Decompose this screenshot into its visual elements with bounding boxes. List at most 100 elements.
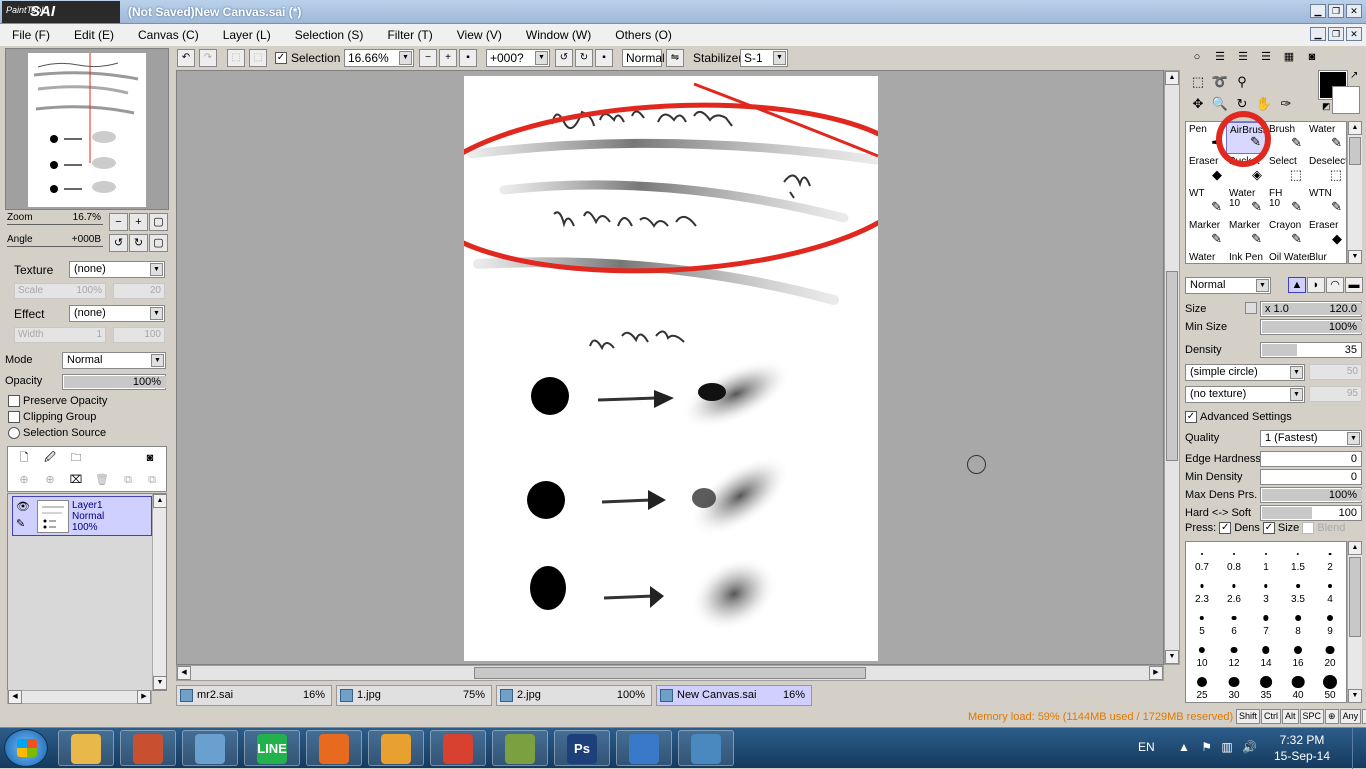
brush-wt[interactable]: WT ✎: [1186, 186, 1226, 218]
eyedropper-icon[interactable]: ✑: [1276, 94, 1296, 114]
brush-size-preset[interactable]: 3: [1250, 574, 1282, 606]
magic-wand-icon[interactable]: ⚲: [1232, 72, 1252, 92]
shape-hard-icon[interactable]: ▲: [1288, 277, 1306, 293]
rotate-right-button[interactable]: ↻: [129, 234, 148, 252]
network-icon[interactable]: ▥: [1221, 740, 1232, 754]
quality-select[interactable]: 1 (Fastest) ▼: [1260, 430, 1362, 447]
brush-size-preset[interactable]: 12: [1218, 638, 1250, 670]
brush-water[interactable]: Water 10 ✎: [1226, 186, 1266, 218]
language-indicator[interactable]: EN: [1138, 740, 1155, 754]
zoom-icon[interactable]: 🔍: [1210, 94, 1230, 114]
zoom-in-button[interactable]: +: [129, 213, 148, 231]
layer-item[interactable]: 👁 ✎ Layer1 Normal 100%: [12, 496, 152, 536]
zoom-in-button[interactable]: +: [439, 49, 457, 67]
taskbar-line[interactable]: LINE: [244, 730, 300, 766]
flip-button[interactable]: ⇋: [666, 49, 684, 67]
brush-size-preset[interactable]: 0.7: [1186, 542, 1218, 574]
navigator-thumbnail[interactable]: [28, 53, 146, 207]
brush-marker[interactable]: Marker ✎: [1186, 218, 1226, 250]
rotate-reset-button[interactable]: ▢: [149, 234, 168, 252]
taskbar-media[interactable]: [368, 730, 424, 766]
brush-fh[interactable]: FH 10 ✎: [1266, 186, 1306, 218]
status-key-button[interactable]: Alt: [1282, 709, 1299, 724]
menu-edit[interactable]: Edit (E): [62, 28, 126, 42]
hscroll-thumb[interactable]: [474, 667, 866, 679]
rect-select-icon[interactable]: ⬚: [1188, 72, 1208, 92]
shape-round-icon[interactable]: ◗: [1307, 277, 1325, 293]
deselect-button[interactable]: ⬚: [227, 49, 245, 67]
rotate-reset-button[interactable]: ▪: [595, 49, 613, 67]
hand-icon[interactable]: ✋: [1254, 94, 1274, 114]
brush-size-preset[interactable]: 16: [1282, 638, 1314, 670]
doc-tab[interactable]: 1.jpg 75%: [336, 685, 492, 706]
swap-colors-icon[interactable]: ◩: [1322, 101, 1331, 112]
shape-flat-icon[interactable]: ▬: [1345, 277, 1363, 293]
canvas-hscrollbar[interactable]: ◀ ▶: [176, 665, 1164, 681]
minimize-button[interactable]: ▁: [1310, 4, 1326, 18]
brush-wtn[interactable]: WTN ✎: [1306, 186, 1346, 218]
zoom-reset-button[interactable]: ▪: [459, 49, 477, 67]
doc-restore-button[interactable]: ❐: [1328, 27, 1344, 41]
size-lock-button[interactable]: [1245, 302, 1257, 314]
press-dens-checkbox[interactable]: ✓: [1219, 522, 1232, 534]
brush-water[interactable]: Water ✎: [1306, 122, 1346, 154]
canvas-paper[interactable]: [419, 76, 921, 661]
menu-selection[interactable]: Selection (S): [283, 28, 376, 42]
zoom-reset-button[interactable]: ▢: [149, 213, 168, 231]
advanced-settings-checkbox[interactable]: ✓ Advanced Settings: [1185, 411, 1292, 423]
brush-size-preset[interactable]: 4: [1314, 574, 1346, 606]
brush-size-preset[interactable]: 0.8: [1218, 542, 1250, 574]
close-button[interactable]: ✕: [1346, 4, 1362, 18]
clear-layer-icon[interactable]: ⌧: [68, 472, 84, 488]
rotate-left-button[interactable]: ↺: [109, 234, 128, 252]
doc-minimize-button[interactable]: ▁: [1310, 27, 1326, 41]
stabilizer-select[interactable]: S-1 ▼: [740, 49, 788, 67]
rotate-left-button[interactable]: ↺: [555, 49, 573, 67]
brush-size-preset[interactable]: 14: [1250, 638, 1282, 670]
rotate-right-button[interactable]: ↻: [575, 49, 593, 67]
redo-button[interactable]: ↷: [199, 49, 217, 67]
delete-layer-icon[interactable]: 🗑: [94, 472, 110, 488]
new-layer-set-icon[interactable]: 🖉: [42, 450, 58, 466]
brush-grid-scrollbar[interactable]: ▲ ▼: [1347, 121, 1362, 264]
density-slider[interactable]: 35: [1260, 342, 1362, 358]
size-slider[interactable]: x 1.0 120.0: [1260, 301, 1362, 317]
brush-size-preset[interactable]: 2: [1314, 542, 1346, 574]
color-mixer-icon[interactable]: ☰: [1257, 50, 1275, 64]
scratchpad-icon[interactable]: ◙: [1303, 50, 1321, 64]
rgb-slider-icon[interactable]: ☰: [1211, 50, 1229, 64]
hard-soft-slider[interactable]: 100: [1260, 505, 1362, 521]
shape-soft-icon[interactable]: ◠: [1326, 277, 1344, 293]
tray-arrow-icon[interactable]: ▲: [1178, 740, 1190, 754]
brush-water[interactable]: Water: [1186, 250, 1226, 263]
brush-crayon[interactable]: Crayon ✎: [1266, 218, 1306, 250]
brush-size-preset[interactable]: 10: [1186, 638, 1218, 670]
brush-size-preset[interactable]: 8: [1282, 606, 1314, 638]
doc-tab-active[interactable]: New Canvas.sai 16%: [656, 685, 812, 706]
status-key-button[interactable]: ✎: [1362, 709, 1366, 724]
merge-down-icon[interactable]: ⊕: [42, 472, 58, 488]
taskbar-firefox[interactable]: [306, 730, 362, 766]
blend-mode-box[interactable]: Normal: [622, 49, 665, 67]
canvas-vscrollbar[interactable]: ▲ ▼: [1164, 70, 1180, 665]
invert-selection-button[interactable]: ⬚: [249, 49, 267, 67]
lasso-icon[interactable]: ➰: [1210, 72, 1230, 92]
brush-brush[interactable]: Brush ✎: [1266, 122, 1306, 154]
undo-button[interactable]: ↶: [177, 49, 195, 67]
brush-size-preset[interactable]: 6: [1218, 606, 1250, 638]
preserve-opacity-checkbox[interactable]: Preserve Opacity: [8, 395, 107, 407]
new-folder-icon[interactable]: 🗀: [68, 450, 84, 466]
taskbar-explorer[interactable]: [58, 730, 114, 766]
brush-size-preset[interactable]: 1: [1250, 542, 1282, 574]
status-key-button[interactable]: SPC: [1299, 709, 1325, 724]
brush-size-preset[interactable]: 25: [1186, 670, 1218, 702]
move-icon[interactable]: ✥: [1188, 94, 1208, 114]
angle-slider[interactable]: [7, 246, 103, 247]
brush-size-preset[interactable]: 40: [1282, 670, 1314, 702]
brush-size-preset[interactable]: 2.6: [1218, 574, 1250, 606]
taskbar-sai[interactable]: [492, 730, 548, 766]
merge-visible-icon[interactable]: ⧉: [120, 472, 136, 488]
angle-select[interactable]: +000? ▼: [486, 49, 550, 67]
zoom-slider[interactable]: [7, 224, 103, 225]
status-key-button[interactable]: ⊕: [1325, 709, 1339, 724]
